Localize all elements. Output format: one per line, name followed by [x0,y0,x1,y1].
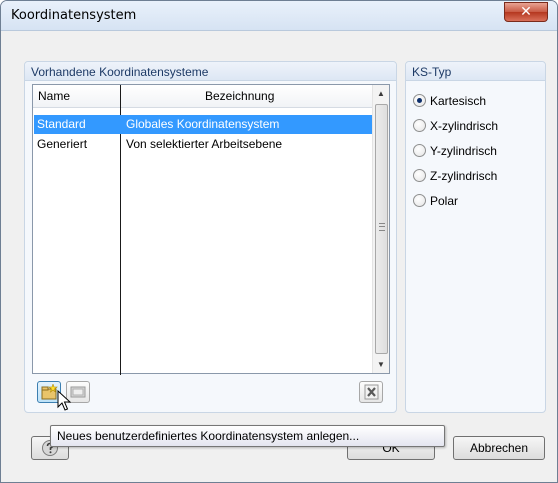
column-header-description[interactable]: Bezeichnung [205,89,274,103]
radio-label: Polar [430,194,459,208]
existing-systems-title: Vorhandene Koordinatensysteme [31,65,209,79]
coordinate-systems-list[interactable]: Name Bezeichnung Standard Globales Koord… [32,84,390,375]
grip-icon [379,223,385,231]
vertical-scrollbar[interactable]: ▲ ▼ [372,85,389,373]
table-row[interactable]: Generiert Von selektierter Arbeitsebene [34,135,372,154]
copy-icon [70,386,86,398]
row-name: Generiert [37,137,88,151]
radio-button[interactable] [413,119,426,132]
scroll-thumb[interactable] [375,104,388,354]
title-bar: Koordinatensystem ✕ [1,1,557,31]
radio-label: Z-zylindrisch [430,169,498,183]
new-folder-icon [41,384,58,400]
mouse-cursor-icon [57,390,71,411]
row-description: Von selektierter Arbeitsebene [126,137,283,151]
row-name: Standard [37,117,86,131]
radio-button[interactable] [413,144,426,157]
system-type-header: KS-Typ [406,62,545,81]
column-header-name[interactable]: Name [38,89,70,103]
tooltip: Neues benutzerdefiniertes Koordinatensys… [50,425,445,447]
close-icon: ✕ [520,4,532,20]
table-row[interactable]: Standard Globales Koordinatensystem [34,115,372,134]
radio-label: X-zylindrisch [430,119,499,133]
delete-icon [364,384,379,400]
scroll-up-icon[interactable]: ▲ [373,85,389,102]
scroll-down-icon[interactable]: ▼ [373,356,389,373]
window-title: Koordinatensystem [11,8,137,23]
delete-system-button[interactable] [359,381,383,403]
cancel-button[interactable]: Abbrechen [453,436,545,460]
radio-label: Kartesisch [430,94,487,108]
list-header: Name Bezeichnung [33,85,372,108]
existing-systems-header: Vorhandene Koordinatensysteme [25,62,396,81]
system-type-title: KS-Typ [412,65,452,79]
radio-label: Y-zylindrisch [430,144,497,158]
system-type-group: KS-Typ [405,61,546,413]
radio-button[interactable] [413,169,426,182]
radio-button[interactable] [413,194,426,207]
radio-button[interactable] [413,94,426,107]
row-description: Globales Koordinatensystem [126,117,280,131]
close-button[interactable]: ✕ [504,2,548,22]
